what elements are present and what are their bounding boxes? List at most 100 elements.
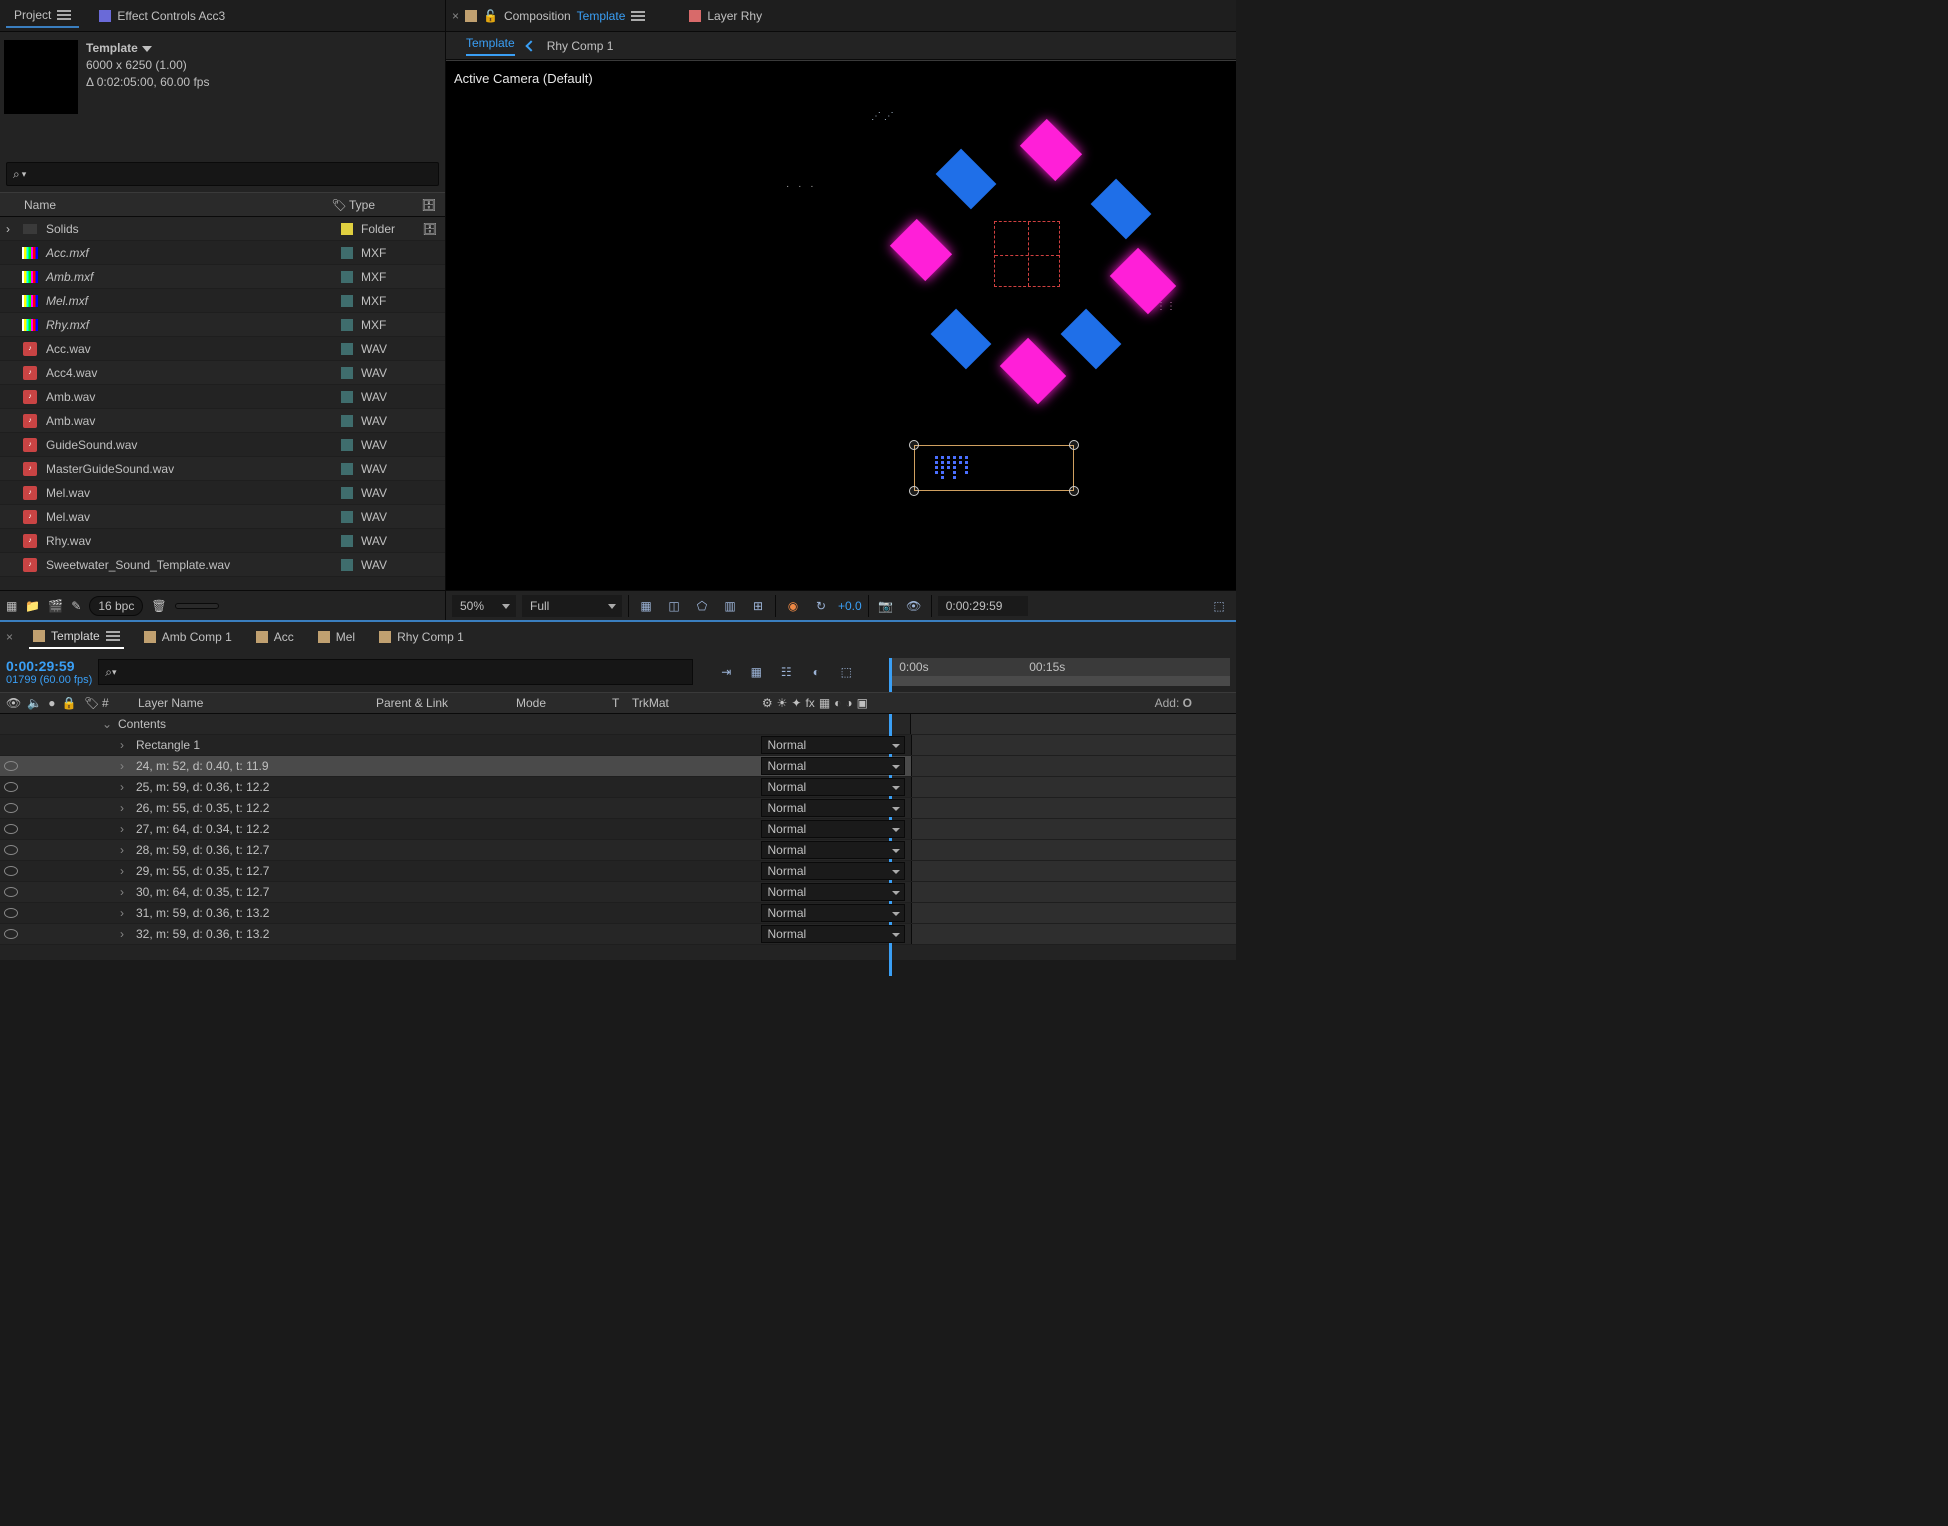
timeline-search[interactable]: ⌕▾ (98, 659, 693, 685)
close-icon[interactable]: × (452, 9, 459, 23)
shape-group-row[interactable]: ›26, m: 55, d: 0.35, t: 12.2Normal (0, 798, 1236, 819)
contents-row[interactable]: ⌄ Contents (0, 714, 1236, 735)
label-swatch[interactable] (341, 511, 353, 523)
mask-icon[interactable]: ⬠ (691, 595, 713, 617)
solo-col-icon[interactable]: ● (48, 696, 55, 710)
mode-dropdown[interactable]: Normal (761, 841, 905, 859)
label-col-icon[interactable]: 🏷 (84, 696, 102, 710)
chevron-right-icon[interactable]: › (120, 822, 132, 836)
label-swatch[interactable] (341, 343, 353, 355)
comp-thumbnail[interactable] (4, 40, 78, 114)
folder-icon[interactable]: 📁 (25, 599, 40, 613)
visibility-toggle[interactable] (4, 803, 18, 813)
shape-group-row[interactable]: ›30, m: 64, d: 0.35, t: 12.7Normal (0, 882, 1236, 903)
bpc-toggle[interactable]: 16 bpc (89, 596, 143, 616)
asset-row[interactable]: Rhy.mxfMXF (0, 313, 445, 337)
visibility-toggle[interactable] (4, 845, 18, 855)
viewer-timecode[interactable]: 0:00:29:59 (938, 596, 1028, 616)
mode-dropdown[interactable]: Normal (761, 883, 905, 901)
guides-icon[interactable]: ⊞ (747, 595, 769, 617)
channels-icon[interactable]: ◉ (782, 595, 804, 617)
visibility-toggle[interactable] (4, 824, 18, 834)
mode-dropdown[interactable]: Normal (761, 925, 905, 943)
asset-row[interactable]: Acc.mxfMXF (0, 241, 445, 265)
asset-row[interactable]: ♪Amb.wavWAV (0, 409, 445, 433)
3d-view-icon[interactable]: ⬚ (1208, 595, 1230, 617)
asset-row[interactable]: ›SolidsFolder🗄 (0, 217, 445, 241)
menu-icon[interactable] (106, 635, 120, 637)
asset-row[interactable]: ♪Sweetwater_Sound_Template.wavWAV (0, 553, 445, 577)
grid-icon[interactable]: ▥ (719, 595, 741, 617)
shape-group-row[interactable]: ›32, m: 59, d: 0.36, t: 13.2Normal (0, 924, 1236, 945)
header-type[interactable]: Type (349, 198, 419, 212)
shape-group-row[interactable]: ›29, m: 55, d: 0.35, t: 12.7Normal (0, 861, 1236, 882)
brush-icon[interactable]: ✎ (71, 599, 81, 613)
timeline-timecode[interactable]: 0:00:29:59 (6, 658, 92, 674)
menu-icon[interactable] (57, 14, 71, 16)
motion-blur-icon[interactable]: ☷ (775, 661, 797, 683)
mode-dropdown[interactable]: Normal (761, 757, 905, 775)
chevron-left-icon[interactable] (525, 40, 536, 51)
label-swatch[interactable] (341, 463, 353, 475)
chevron-right-icon[interactable]: › (120, 885, 132, 899)
zoom-dropdown[interactable]: 50% (452, 595, 516, 617)
shy-icon[interactable]: ⇥ (715, 661, 737, 683)
visibility-toggle[interactable] (4, 929, 18, 939)
switch-icon[interactable]: ⚙ (762, 696, 773, 710)
col-t[interactable]: T (612, 696, 632, 710)
chevron-right-icon[interactable]: › (120, 927, 132, 941)
visibility-toggle[interactable] (4, 782, 18, 792)
asset-row[interactable]: ♪Rhy.wavWAV (0, 529, 445, 553)
draft3d-icon[interactable]: ⬚ (835, 661, 857, 683)
shelf-icon[interactable]: 🗄 (421, 222, 439, 236)
mode-dropdown[interactable]: Normal (761, 862, 905, 880)
asset-row[interactable]: ♪Mel.wavWAV (0, 505, 445, 529)
chevron-right-icon[interactable]: › (120, 759, 132, 773)
breadcrumb-template[interactable]: Template (466, 36, 515, 56)
label-swatch[interactable] (341, 367, 353, 379)
lock-col-icon[interactable]: 🔒 (61, 696, 76, 710)
chevron-right-icon[interactable]: › (120, 780, 132, 794)
visibility-toggle[interactable] (4, 887, 18, 897)
asset-row[interactable]: ♪Acc4.wavWAV (0, 361, 445, 385)
label-swatch[interactable] (341, 223, 353, 235)
show-snapshot-icon[interactable]: 👁 (903, 595, 925, 617)
label-swatch[interactable] (341, 295, 353, 307)
col-mode[interactable]: Mode (516, 696, 612, 710)
asset-row[interactable]: ♪GuideSound.wavWAV (0, 433, 445, 457)
col-parent[interactable]: Parent & Link (376, 696, 516, 710)
mode-dropdown[interactable]: Normal (761, 904, 905, 922)
graph-editor-icon[interactable]: ◐ (805, 661, 827, 683)
layer-bounding-box[interactable] (914, 445, 1074, 491)
timeline-tab[interactable]: Mel (314, 626, 359, 648)
mode-dropdown[interactable]: Normal (761, 736, 905, 754)
twirl-icon[interactable]: ⌄ (102, 717, 114, 731)
label-swatch[interactable] (341, 487, 353, 499)
label-icon[interactable]: 🏷 (329, 198, 349, 212)
add-button[interactable]: O (1183, 696, 1192, 710)
eye-col-icon[interactable]: 👁 (6, 696, 21, 710)
visibility-toggle[interactable] (4, 908, 18, 918)
shape-group-row[interactable]: ›27, m: 64, d: 0.34, t: 12.2Normal (0, 819, 1236, 840)
menu-icon[interactable] (631, 15, 645, 17)
switch-icon[interactable]: ◑ (845, 696, 852, 710)
asset-row[interactable]: ♪Mel.wavWAV (0, 481, 445, 505)
timeline-tab[interactable]: Template (29, 625, 124, 649)
time-ruler[interactable]: 0:00s 00:15s (889, 658, 1230, 676)
trash-icon[interactable]: 🗑 (151, 599, 166, 613)
frame-blend-icon[interactable]: ▦ (745, 661, 767, 683)
asset-row[interactable]: Amb.mxfMXF (0, 265, 445, 289)
shape-group-row[interactable]: ›31, m: 59, d: 0.36, t: 13.2Normal (0, 903, 1236, 924)
timeline-tab[interactable]: Amb Comp 1 (140, 626, 236, 648)
visibility-toggle[interactable] (4, 761, 18, 771)
shape-group-row[interactable]: ›28, m: 59, d: 0.36, t: 12.7Normal (0, 840, 1236, 861)
chevron-right-icon[interactable]: › (120, 843, 132, 857)
tab-layer[interactable]: Layer Rhy (681, 5, 770, 27)
timeline-tab[interactable]: Rhy Comp 1 (375, 626, 468, 648)
switch-icon[interactable]: ▦ (819, 696, 830, 710)
label-swatch[interactable] (341, 247, 353, 259)
dropdown-icon[interactable] (142, 46, 152, 52)
col-num[interactable]: # (102, 696, 138, 710)
asset-row[interactable]: ♪Amb.wavWAV (0, 385, 445, 409)
roi-icon[interactable]: ◫ (663, 595, 685, 617)
